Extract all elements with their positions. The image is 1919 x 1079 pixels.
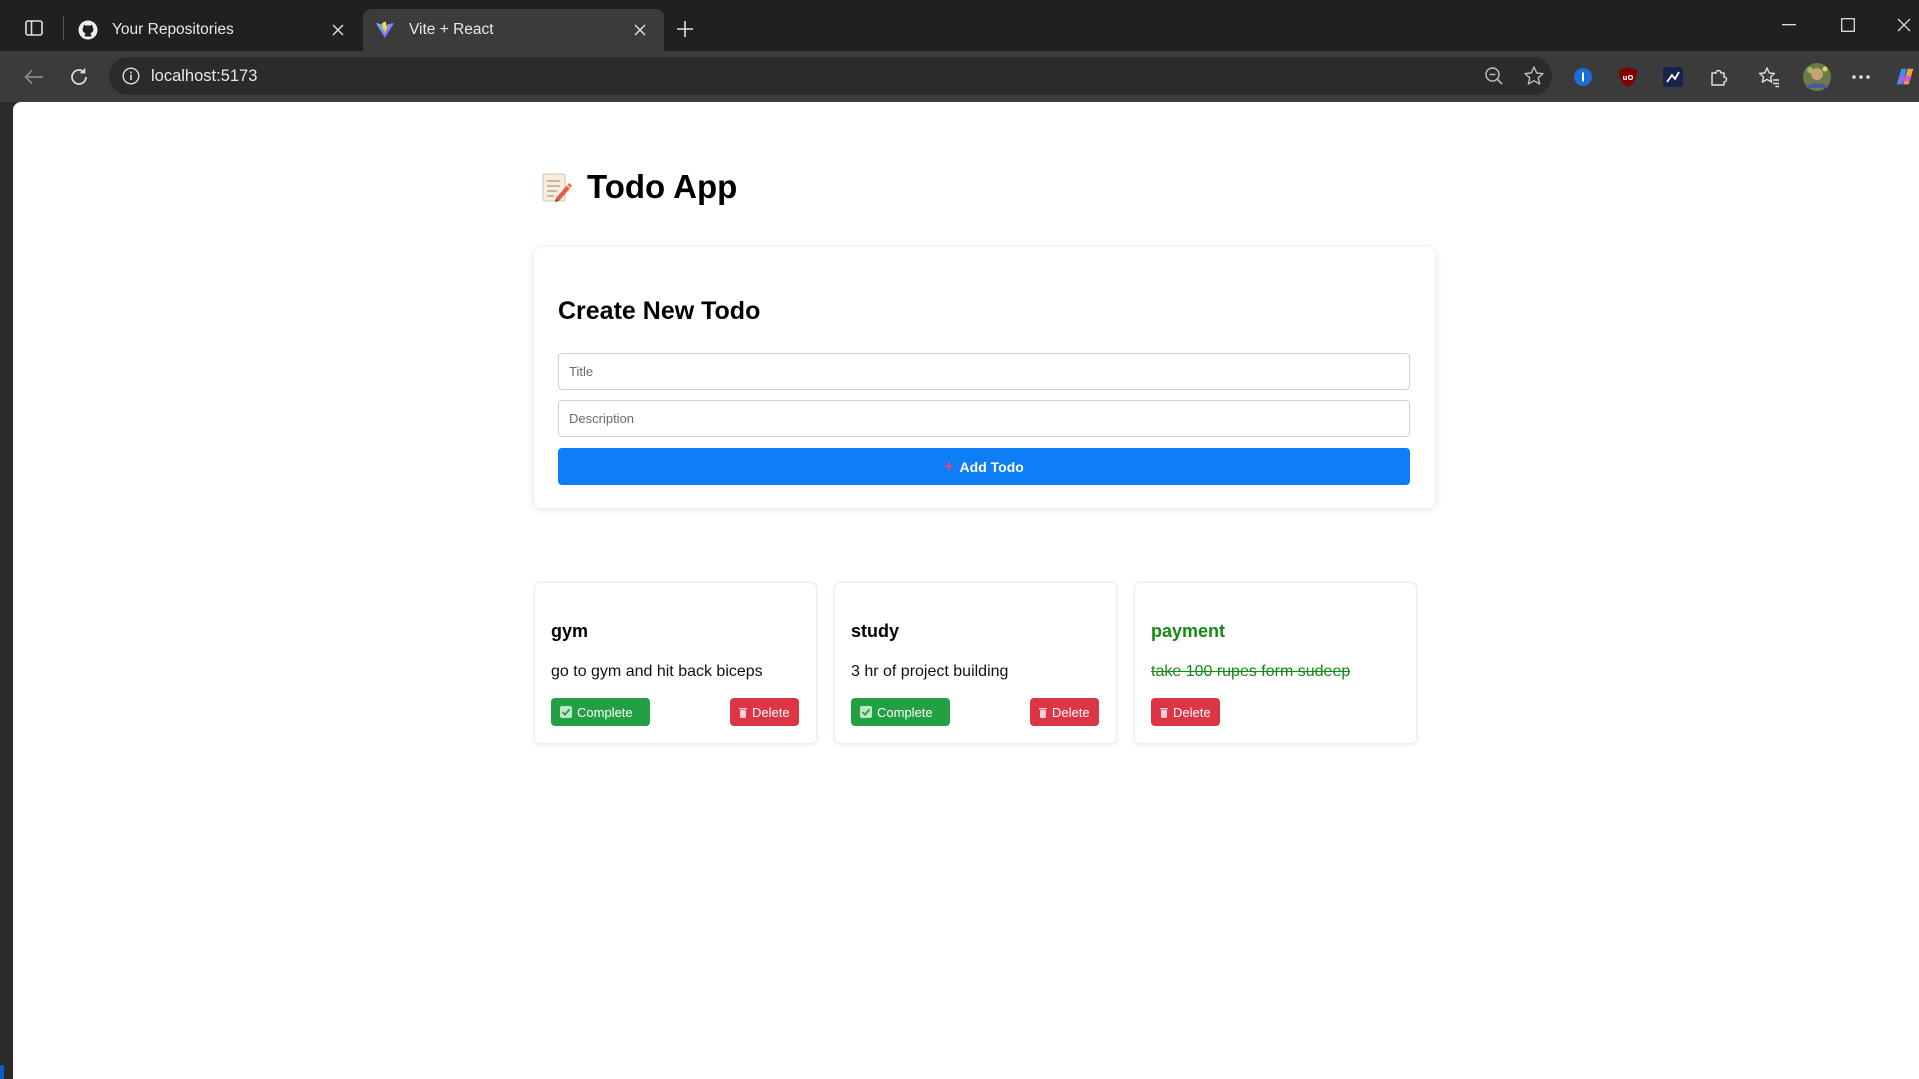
favorite-star-icon[interactable] — [1520, 62, 1548, 90]
complete-label: Complete — [577, 704, 633, 720]
trash-icon — [1160, 707, 1168, 718]
extensions-puzzle-icon[interactable] — [1707, 65, 1731, 89]
app-header: Todo App — [522, 162, 1435, 212]
trash-icon — [1039, 707, 1047, 718]
trash-icon — [739, 707, 747, 718]
page-viewport: Todo App Create New Todo + Add Todo gym … — [13, 102, 1919, 1079]
back-icon[interactable] — [17, 60, 51, 94]
reload-icon[interactable] — [62, 60, 96, 94]
todo-title: gym — [551, 621, 589, 641]
vite-icon — [375, 20, 395, 40]
add-todo-button[interactable]: + Add Todo — [558, 448, 1410, 485]
svg-text:uO: uO — [1623, 74, 1634, 82]
todo-description: take 100 rupes form sudeep — [1151, 663, 1351, 680]
description-input[interactable] — [558, 400, 1410, 437]
close-window-icon[interactable] — [1876, 8, 1919, 42]
more-menu-icon[interactable] — [1849, 65, 1873, 89]
todo-card-completed: payment take 100 rupes form sudeep Delet… — [1134, 582, 1417, 744]
todo-app: Todo App Create New Todo + Add Todo gym … — [522, 162, 1435, 744]
memo-icon — [542, 173, 572, 202]
delete-button[interactable]: Delete — [1151, 698, 1220, 726]
create-todo-heading: Create New Todo — [558, 297, 761, 325]
todo-description: go to gym and hit back biceps — [551, 663, 763, 680]
address-bar[interactable]: localhost:5173 — [109, 57, 1552, 95]
tab-vite-react[interactable]: Vite + React — [363, 9, 664, 51]
complete-button[interactable]: Complete — [851, 698, 950, 726]
zoom-out-icon[interactable] — [1480, 62, 1508, 90]
profile-avatar[interactable] — [1802, 62, 1832, 92]
browser-tab-strip: Your Repositories Vite + React — [0, 0, 1919, 51]
todo-list: gym go to gym and hit back biceps Comple… — [534, 582, 1435, 744]
tab-label: Your Repositories — [112, 21, 234, 38]
tab-label: Vite + React — [409, 21, 494, 38]
create-todo-form: Create New Todo + Add Todo — [534, 247, 1435, 508]
tab-divider — [63, 16, 64, 40]
todo-card: study 3 hr of project building Complete … — [834, 582, 1117, 744]
new-tab-icon[interactable] — [668, 14, 702, 44]
tab-your-repositories[interactable]: Your Repositories — [66, 9, 362, 51]
check-icon — [560, 706, 572, 718]
tab-close-icon[interactable] — [626, 16, 654, 44]
page-title: Todo App — [587, 168, 738, 205]
delete-button[interactable]: Delete — [1030, 698, 1099, 726]
window-left-edge — [0, 102, 13, 1079]
favorites-list-icon[interactable] — [1757, 65, 1781, 89]
plus-icon: + — [944, 457, 954, 475]
delete-label: Delete — [1052, 704, 1090, 720]
add-todo-label: Add Todo — [959, 458, 1024, 475]
todo-title: study — [851, 621, 900, 641]
check-icon — [860, 706, 872, 718]
browser-toolbar: localhost:5173 uO — [0, 51, 1919, 102]
ublock-extension-icon[interactable]: uO — [1616, 65, 1640, 89]
moon-extension-icon[interactable] — [1661, 65, 1685, 89]
minimize-icon[interactable] — [1761, 8, 1817, 42]
copilot-icon[interactable] — [1893, 65, 1917, 89]
todo-description: 3 hr of project building — [851, 663, 1009, 680]
title-input[interactable] — [558, 353, 1410, 390]
github-icon — [78, 20, 98, 40]
taskbar-accent — [0, 1065, 4, 1079]
site-info-icon[interactable] — [117, 62, 145, 90]
sidebar-toggle-icon[interactable] — [18, 13, 50, 43]
todo-card: gym go to gym and hit back biceps Comple… — [534, 582, 817, 744]
todo-title: payment — [1151, 621, 1226, 641]
tab-close-icon[interactable] — [324, 16, 352, 44]
complete-button[interactable]: Complete — [551, 698, 650, 726]
complete-label: Complete — [877, 704, 933, 720]
password-manager-extension-icon[interactable] — [1571, 65, 1595, 89]
delete-label: Delete — [1173, 704, 1211, 720]
delete-label: Delete — [752, 704, 790, 720]
address-url: localhost:5173 — [151, 67, 258, 85]
delete-button[interactable]: Delete — [730, 698, 799, 726]
maximize-icon[interactable] — [1820, 8, 1876, 42]
